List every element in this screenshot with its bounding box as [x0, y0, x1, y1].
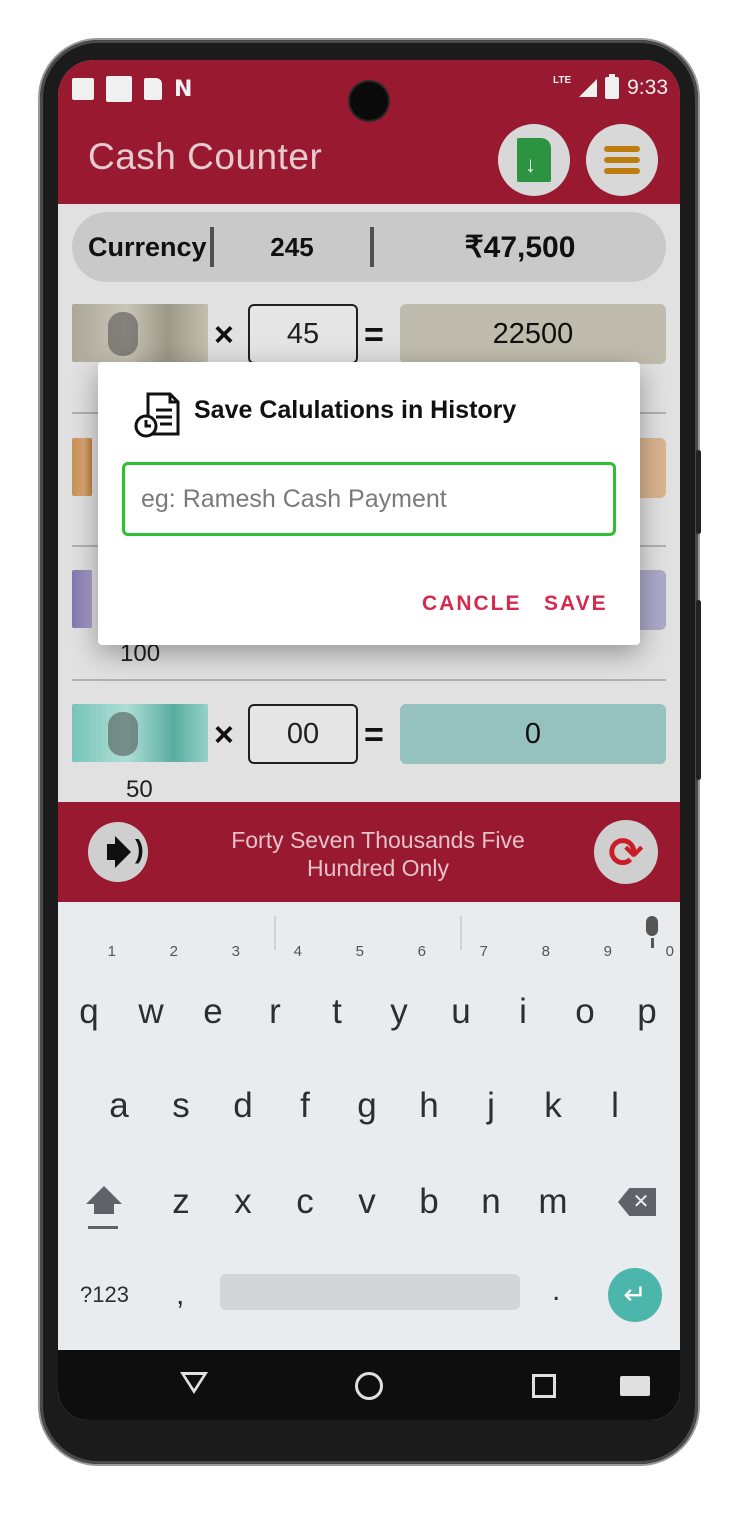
period-key[interactable]: .	[552, 1274, 560, 1308]
key-t[interactable]: 5t	[308, 944, 366, 1052]
key-k[interactable]: k	[524, 1066, 582, 1146]
dialog-title: Save Calulations in History	[194, 396, 517, 424]
home-icon[interactable]	[355, 1372, 383, 1400]
backspace-icon: ✕	[632, 1191, 650, 1213]
backspace-key[interactable]: ✕	[618, 1188, 656, 1216]
key-h[interactable]: h	[400, 1066, 458, 1146]
key-m[interactable]: m	[524, 1162, 582, 1242]
enter-icon: ↵	[623, 1278, 647, 1311]
key-z[interactable]: z	[152, 1162, 210, 1242]
symbols-key[interactable]: ?123	[80, 1282, 129, 1308]
key-v[interactable]: v	[338, 1162, 396, 1242]
system-nav-bar	[58, 1350, 680, 1420]
key-c[interactable]: c	[276, 1162, 334, 1242]
suggestion-strip	[58, 902, 680, 962]
history-document-icon	[134, 392, 180, 438]
screen: N LTE 9:33 Cash Counter ↓ Currency 245 ₹…	[58, 60, 680, 1420]
soft-keyboard: 1q 2w 3e 4r 5t 6y 7u 8i 9o 0p a s d f g …	[58, 902, 680, 1350]
key-y[interactable]: 6y	[370, 944, 428, 1052]
space-bar[interactable]	[220, 1274, 520, 1310]
shift-key[interactable]	[80, 1180, 126, 1236]
suggestion-divider	[274, 916, 276, 950]
key-l[interactable]: l	[586, 1066, 644, 1146]
recents-icon[interactable]	[532, 1374, 556, 1398]
cancel-button[interactable]: CANCLE	[422, 592, 522, 616]
key-j[interactable]: j	[462, 1066, 520, 1146]
key-u[interactable]: 7u	[432, 944, 490, 1052]
key-i[interactable]: 8i	[494, 944, 552, 1052]
key-r[interactable]: 4r	[246, 944, 304, 1052]
save-button[interactable]: SAVE	[544, 592, 608, 616]
keyboard-switch-icon[interactable]	[620, 1376, 650, 1396]
history-name-input[interactable]	[122, 462, 616, 536]
key-x[interactable]: x	[214, 1162, 272, 1242]
key-s[interactable]: s	[152, 1066, 210, 1146]
key-a[interactable]: a	[90, 1066, 148, 1146]
shift-icon	[86, 1186, 122, 1204]
key-g[interactable]: g	[338, 1066, 396, 1146]
key-p[interactable]: 0p	[618, 944, 676, 1052]
key-f[interactable]: f	[276, 1066, 334, 1146]
key-o[interactable]: 9o	[556, 944, 614, 1052]
mic-icon[interactable]	[644, 916, 660, 952]
key-q[interactable]: 1q	[60, 944, 118, 1052]
power-button	[696, 450, 701, 534]
key-d[interactable]: d	[214, 1066, 272, 1146]
key-e[interactable]: 3e	[184, 944, 242, 1052]
save-history-dialog: Save Calulations in History CANCLE SAVE	[98, 362, 640, 645]
key-b[interactable]: b	[400, 1162, 458, 1242]
suggestion-divider	[460, 916, 462, 950]
back-icon[interactable]	[180, 1372, 208, 1394]
comma-key[interactable]: ,	[176, 1278, 184, 1312]
key-w[interactable]: 2w	[122, 944, 180, 1052]
volume-button	[696, 600, 701, 780]
enter-key[interactable]: ↵	[608, 1268, 662, 1322]
key-n[interactable]: n	[462, 1162, 520, 1242]
